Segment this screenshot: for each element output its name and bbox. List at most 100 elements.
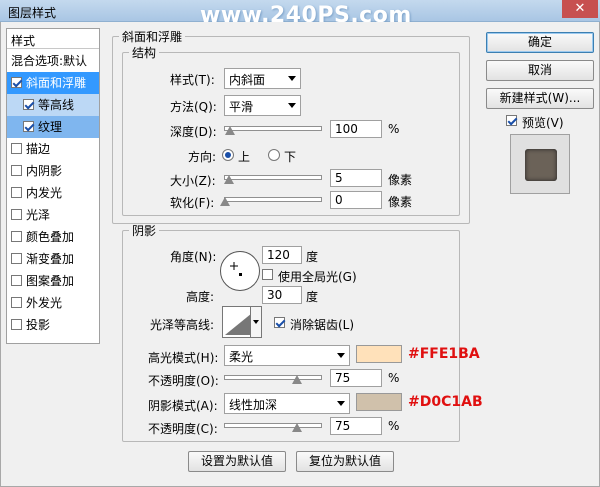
style-list-item[interactable]: 渐变叠加 — [7, 248, 99, 270]
chevron-down-icon — [337, 353, 345, 358]
style-list-item-label: 颜色叠加 — [26, 230, 75, 244]
size-input[interactable]: 5 — [330, 169, 382, 187]
style-list-checkbox[interactable] — [11, 165, 22, 176]
angle-input[interactable]: 120 — [262, 246, 302, 264]
altitude-input[interactable]: 30 — [262, 286, 302, 304]
shadow-color-swatch[interactable] — [356, 393, 402, 411]
soften-slider[interactable] — [220, 197, 322, 206]
highlight-mode-select[interactable]: 柔光 — [224, 345, 350, 366]
style-list-checkbox[interactable] — [11, 143, 22, 154]
shadow-mode-label: 阴影模式(A): — [148, 399, 218, 413]
close-button[interactable]: ✕ — [562, 0, 598, 18]
style-list-checkbox[interactable] — [11, 319, 22, 330]
depth-slider[interactable] — [224, 126, 322, 135]
preview-label: 预览(V) — [522, 116, 564, 130]
bevel-group-title: 斜面和浮雕 — [122, 30, 183, 44]
make-default-button[interactable]: 设置为默认值 — [188, 451, 286, 472]
slider-thumb[interactable] — [223, 175, 234, 184]
style-list-item[interactable]: 图案叠加 — [7, 270, 99, 292]
highlight-color-swatch[interactable] — [356, 345, 402, 363]
depth-label: 深度(D): — [170, 125, 217, 139]
style-list-item[interactable]: 等高线 — [7, 94, 99, 116]
style-list-item-label: 光泽 — [26, 208, 51, 222]
size-slider[interactable] — [223, 175, 322, 184]
style-list-item[interactable]: 纹理 — [7, 116, 99, 138]
slider-thumb[interactable] — [224, 126, 235, 135]
style-list-item[interactable]: 描边 — [7, 138, 99, 160]
style-list-item-label: 投影 — [26, 318, 51, 332]
style-list-item-label: 渐变叠加 — [26, 252, 75, 266]
direction-down-radio[interactable] — [268, 149, 280, 161]
style-list-item-label: 图案叠加 — [26, 274, 75, 288]
style-label: 样式(T): — [170, 73, 215, 87]
slider-thumb[interactable] — [292, 375, 302, 384]
reset-default-button[interactable]: 复位为默认值 — [296, 451, 394, 472]
highlight-opacity-input[interactable]: 75 — [330, 369, 382, 387]
highlight-mode-value: 柔光 — [229, 350, 254, 364]
soften-unit: 像素 — [388, 195, 413, 209]
style-list-checkbox[interactable] — [11, 187, 22, 198]
shading-title: 阴影 — [132, 224, 157, 238]
new-style-button[interactable]: 新建样式(W)... — [486, 88, 594, 109]
altitude-label: 高度: — [186, 290, 215, 304]
style-list-checkbox[interactable] — [11, 231, 22, 242]
size-label: 大小(Z): — [170, 174, 216, 188]
style-list-item-label: 内阴影 — [26, 164, 63, 178]
preview-checkbox[interactable] — [506, 115, 517, 126]
style-list-item-label: 等高线 — [38, 98, 75, 112]
style-list-item-label: 纹理 — [38, 120, 63, 134]
shadow-opacity-input[interactable]: 75 — [330, 417, 382, 435]
technique-select[interactable]: 平滑 — [224, 95, 301, 116]
technique-select-value: 平滑 — [229, 100, 254, 114]
depth-unit: % — [388, 122, 400, 136]
shadow-opacity-slider[interactable] — [224, 423, 322, 432]
style-list-item-label: 斜面和浮雕 — [26, 76, 87, 90]
style-select[interactable]: 内斜面 — [224, 68, 301, 89]
gloss-contour-dropdown[interactable] — [250, 306, 262, 338]
soften-label: 软化(F): — [170, 196, 215, 210]
shadow-mode-value: 线性加深 — [229, 398, 278, 412]
chevron-down-icon — [253, 320, 259, 324]
style-select-value: 内斜面 — [229, 73, 266, 87]
gloss-contour-label: 光泽等高线: — [150, 318, 215, 332]
shadow-mode-select[interactable]: 线性加深 — [224, 393, 350, 414]
preview-swatch — [525, 149, 557, 181]
style-list-item[interactable]: 内阴影 — [7, 160, 99, 182]
ok-button[interactable]: 确定 — [486, 32, 594, 53]
style-list-item[interactable]: 投影 — [7, 314, 99, 336]
highlight-opacity-label: 不透明度(O): — [148, 374, 219, 388]
style-list-item[interactable]: 混合选项:默认 — [7, 50, 99, 72]
style-list-item-label: 混合选项:默认 — [11, 54, 88, 68]
style-list-checkbox[interactable] — [11, 209, 22, 220]
style-list-checkbox[interactable] — [11, 253, 22, 264]
antialias-label: 消除锯齿(L) — [290, 318, 355, 332]
slider-thumb[interactable] — [220, 197, 230, 206]
global-light-checkbox[interactable] — [262, 269, 273, 280]
direction-label: 方向: — [188, 150, 217, 164]
preview-thumbnail — [510, 134, 570, 194]
style-list-item[interactable]: 斜面和浮雕 — [7, 72, 99, 94]
style-list-checkbox[interactable] — [23, 99, 34, 110]
cancel-button[interactable]: 取消 — [486, 60, 594, 81]
style-list-checkbox[interactable] — [11, 297, 22, 308]
style-list-checkbox[interactable] — [11, 275, 22, 286]
style-list-checkbox[interactable] — [11, 77, 22, 88]
antialias-checkbox[interactable] — [274, 317, 285, 328]
angle-unit: 度 — [306, 250, 319, 264]
style-list-item-label: 外发光 — [26, 296, 63, 310]
slider-thumb[interactable] — [292, 423, 302, 432]
angle-dial[interactable] — [220, 251, 260, 291]
highlight-opacity-slider[interactable] — [224, 375, 322, 384]
style-list-item[interactable]: 外发光 — [7, 292, 99, 314]
style-list-item[interactable]: 颜色叠加 — [7, 226, 99, 248]
direction-up-label: 上 — [238, 150, 251, 164]
soften-input[interactable]: 0 — [330, 191, 382, 209]
highlight-opacity-unit: % — [388, 371, 400, 385]
style-list-checkbox[interactable] — [23, 121, 34, 132]
style-list-item[interactable]: 光泽 — [7, 204, 99, 226]
window-title: 图层样式 — [8, 6, 57, 20]
style-list-item[interactable]: 内发光 — [7, 182, 99, 204]
direction-up-radio[interactable] — [222, 149, 234, 161]
style-list-header: 样式 — [7, 29, 99, 49]
depth-input[interactable]: 100 — [330, 120, 382, 138]
